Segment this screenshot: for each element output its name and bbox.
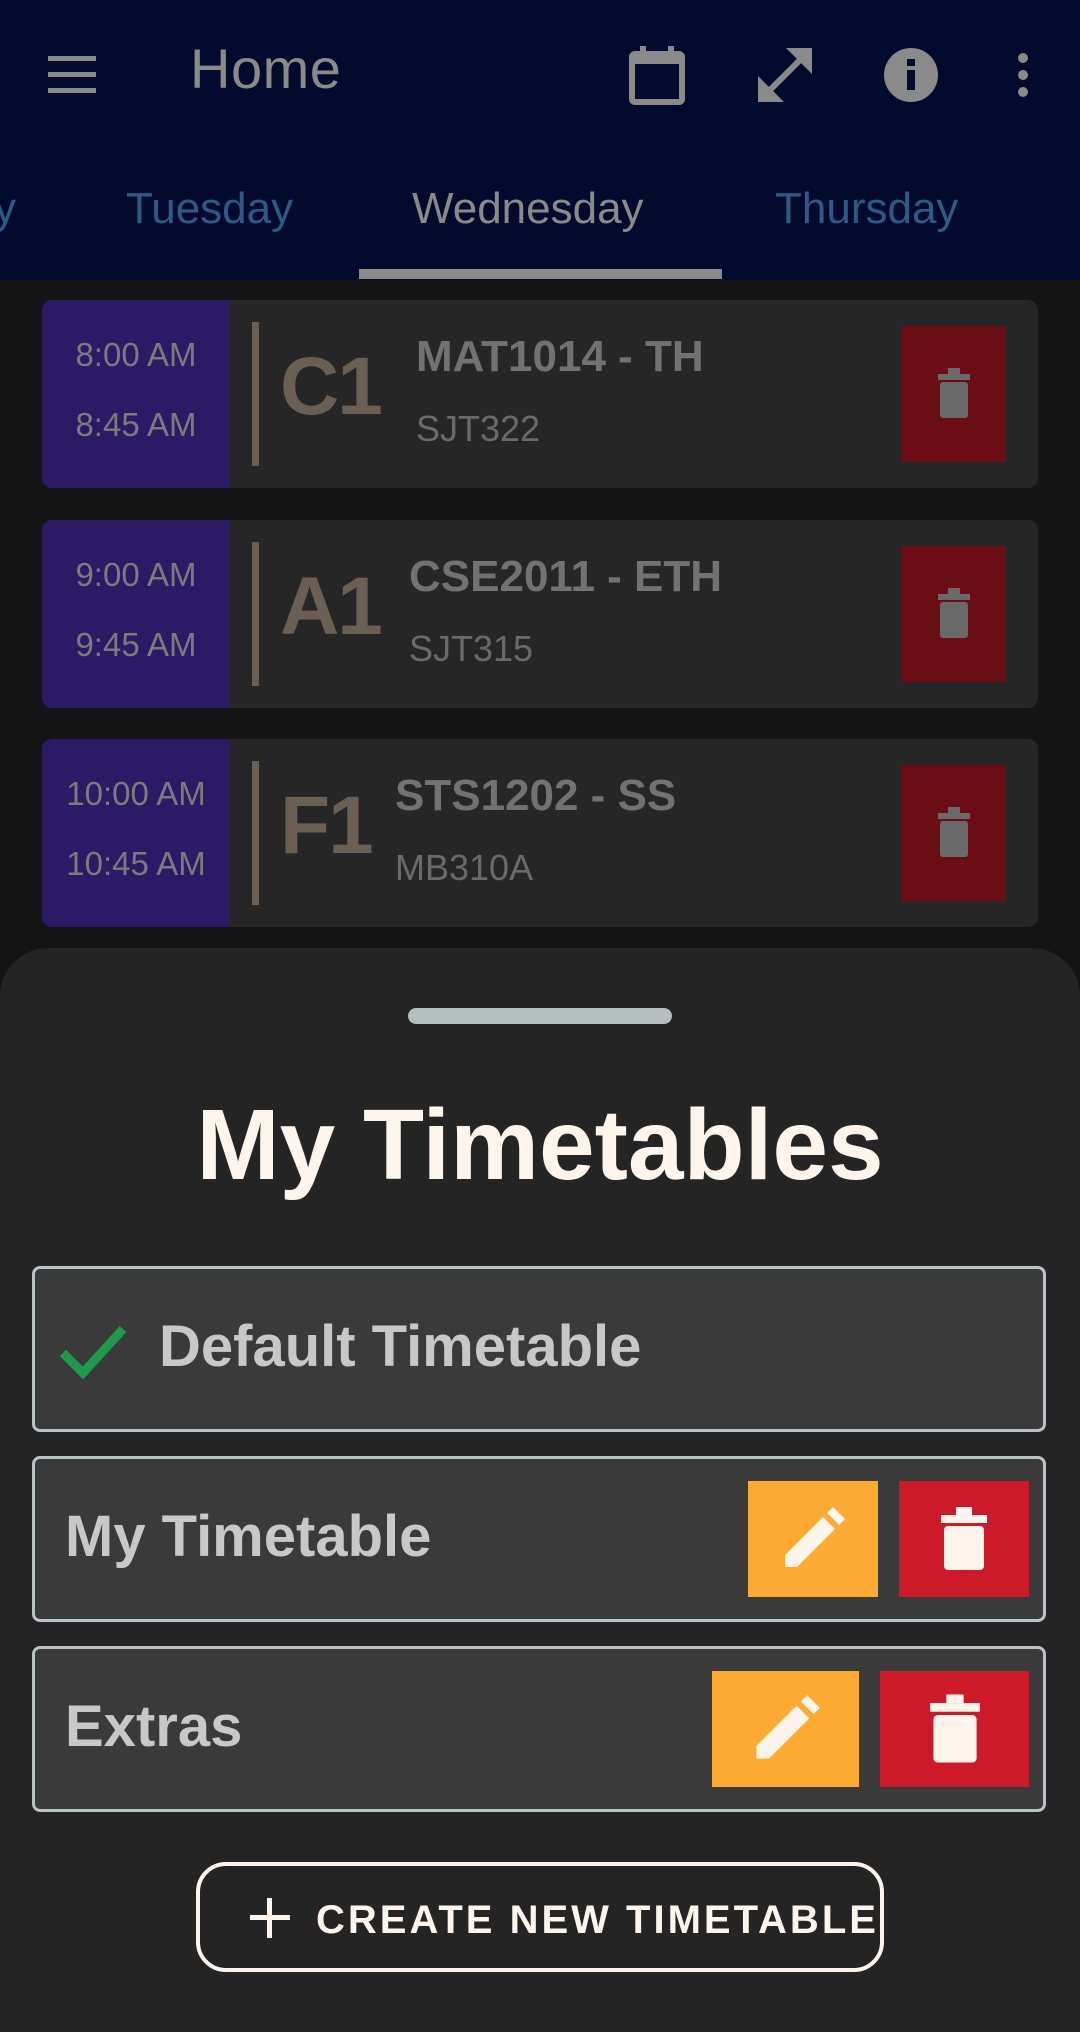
page-title: Home [190, 37, 342, 100]
trash-icon [938, 368, 970, 418]
end-time: 10:45 AM [66, 845, 206, 882]
edit-timetable-button[interactable] [748, 1481, 878, 1597]
slot-label: C1 [280, 341, 383, 432]
timetables-sheet: My Timetables Default Timetable My Timet… [0, 948, 1080, 2032]
class-card[interactable]: 10:00 AM 10:45 AM F1 STS1202 - SS MB310A [42, 739, 1038, 927]
slot-label: A1 [280, 561, 383, 652]
time-block: 10:00 AM 10:45 AM [42, 739, 230, 927]
app-bar: Home y Tuesday Wednesday Thursday [0, 0, 1080, 280]
room-label: SJT315 [409, 628, 534, 669]
start-time: 10:00 AM [66, 775, 206, 812]
tab-indicator [359, 269, 722, 279]
timetable-item-extras[interactable]: Extras [32, 1646, 1046, 1812]
plus-icon [250, 1898, 290, 1938]
tab-monday[interactable]: y [0, 184, 16, 234]
calendar-icon[interactable] [622, 40, 692, 110]
divider [252, 322, 259, 466]
pencil-icon [785, 1507, 845, 1567]
class-card[interactable]: 8:00 AM 8:45 AM C1 MAT1014 - TH SJT322 [42, 300, 1038, 488]
tab-thursday[interactable]: Thursday [775, 184, 958, 234]
start-time: 9:00 AM [75, 556, 197, 593]
delete-class-button[interactable] [902, 546, 1006, 682]
tab-wednesday[interactable]: Wednesday [412, 184, 644, 234]
slot-label: F1 [280, 780, 374, 871]
timetable-name: Default Timetable [159, 1314, 642, 1379]
delete-class-button[interactable] [902, 765, 1006, 901]
check-icon [59, 1325, 127, 1380]
menu-icon[interactable] [46, 50, 102, 100]
delete-timetable-button[interactable] [880, 1671, 1029, 1787]
fullscreen-icon[interactable] [750, 40, 820, 110]
course-title: MAT1014 - TH [416, 332, 704, 381]
delete-timetable-button[interactable] [899, 1481, 1029, 1597]
room-label: SJT322 [416, 408, 541, 449]
end-time: 9:45 AM [75, 626, 197, 663]
tab-tuesday[interactable]: Tuesday [126, 184, 293, 234]
day-tabs: y Tuesday Wednesday Thursday [0, 170, 1080, 280]
class-list: 8:00 AM 8:45 AM C1 MAT1014 - TH SJT322 9… [0, 280, 1080, 960]
trash-icon [941, 1507, 987, 1570]
delete-class-button[interactable] [902, 326, 1006, 462]
sheet-title: My Timetables [196, 1089, 884, 1201]
timetable-name: My Timetable [65, 1504, 432, 1569]
end-time: 8:45 AM [75, 406, 197, 443]
divider [252, 542, 259, 686]
create-timetable-label: CREATE NEW TIMETABLE [316, 1898, 879, 1942]
course-title: STS1202 - SS [395, 771, 677, 820]
trash-icon [938, 807, 970, 857]
pencil-icon [755, 1695, 820, 1759]
more-vert-icon[interactable] [1006, 40, 1040, 110]
timetable-item-default[interactable]: Default Timetable [32, 1266, 1046, 1432]
start-time: 8:00 AM [75, 336, 197, 373]
time-block: 9:00 AM 9:45 AM [42, 520, 230, 708]
course-title: CSE2011 - ETH [409, 552, 723, 601]
timetable-item-my-timetable[interactable]: My Timetable [32, 1456, 1046, 1622]
room-label: MB310A [395, 847, 534, 888]
class-card[interactable]: 9:00 AM 9:45 AM A1 CSE2011 - ETH SJT315 [42, 520, 1038, 708]
info-icon[interactable] [876, 40, 946, 110]
trash-icon [938, 588, 970, 638]
divider [252, 761, 259, 905]
create-timetable-button[interactable]: CREATE NEW TIMETABLE [196, 1862, 884, 1972]
time-block: 8:00 AM 8:45 AM [42, 300, 230, 488]
drag-handle[interactable] [408, 1008, 672, 1024]
trash-icon [929, 1694, 980, 1763]
timetable-name: Extras [65, 1694, 243, 1759]
edit-timetable-button[interactable] [712, 1671, 859, 1787]
